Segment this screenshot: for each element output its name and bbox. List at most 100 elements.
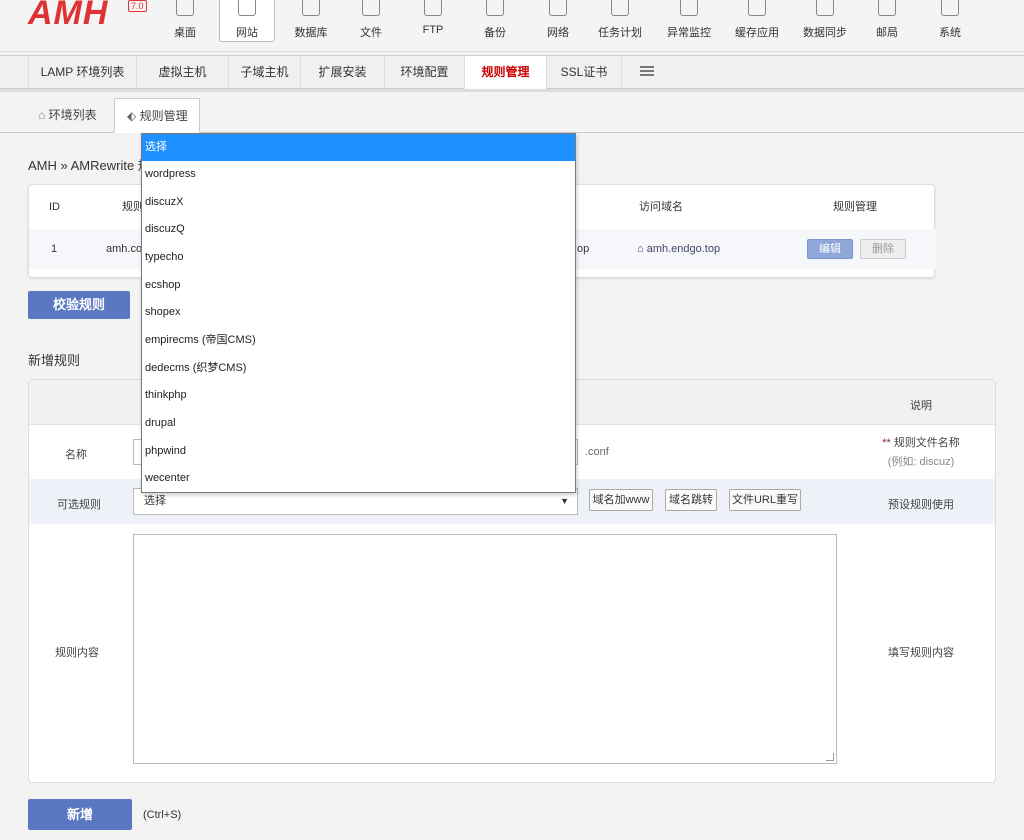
content-note: 填写规则内容 (888, 647, 954, 659)
database-icon (302, 0, 320, 16)
subtab-label: 环境列表 (48, 108, 97, 122)
dropdown-option[interactable]: thinkphp (142, 382, 575, 409)
nav-label: 备份 (484, 27, 506, 39)
nav-desktop[interactable]: 桌面 (157, 0, 213, 40)
dropdown-option[interactable]: empirecms (帝国CMS) (142, 327, 575, 354)
nav-mail[interactable]: 邮局 (859, 0, 915, 40)
nav-label: 网站 (236, 27, 258, 39)
cell-domain[interactable]: ⌂ amh.endgo.top (637, 229, 720, 269)
nav-cache[interactable]: 缓存应用 (729, 0, 785, 40)
dropdown-option[interactable]: 选择 (142, 134, 575, 161)
subtab-rule-manage[interactable]: ⬖ 规则管理 (114, 98, 200, 133)
dropdown-option[interactable]: ecshop (142, 272, 575, 299)
content-label: 规则内容 (55, 647, 99, 659)
nav-schedule[interactable]: 任务计划 (592, 0, 648, 40)
nav-label: 异常监控 (667, 27, 711, 39)
col-id: ID (49, 201, 60, 213)
nav-label: 网络 (547, 27, 569, 39)
tab-ssl[interactable]: SSL证书 (546, 56, 622, 88)
optional-label: 可选规则 (57, 499, 101, 511)
nav-network[interactable]: 网络 (530, 0, 586, 40)
sub-tabs: ⌂ 环境列表 ⬖ 规则管理 (0, 98, 1024, 133)
cell-id: 1 (51, 243, 58, 255)
monitor-icon (680, 0, 698, 16)
schedule-icon (611, 0, 629, 16)
version-badge: 7.0 (128, 0, 147, 12)
hotkey-hint: (Ctrl+S) (143, 809, 182, 821)
rule-content-textarea[interactable] (133, 534, 837, 764)
home-icon: ⌂ (38, 108, 49, 122)
dropdown-option[interactable]: drupal (142, 410, 575, 437)
cell-rule-suffix: op (577, 243, 590, 255)
section-title: 新增规则 (28, 353, 81, 368)
tab-virtual-host[interactable]: 虚拟主机 (136, 56, 228, 88)
optional-note: 预设规则使用 (888, 499, 954, 511)
add-www-button[interactable]: 域名加www (589, 489, 653, 511)
top-header: AMH 7.0 桌面 网站 数据库 文件 FTP 备份 网络 任务计划 异常监控… (0, 0, 1024, 52)
ftp-icon (424, 0, 442, 16)
menu-icon[interactable] (640, 66, 654, 76)
system-icon (941, 0, 959, 16)
domain-text: amh.endgo.top (646, 243, 721, 255)
nav-sync[interactable]: 数据同步 (797, 0, 853, 40)
subtab-env-list[interactable]: ⌂ 环境列表 (26, 98, 114, 133)
dropdown-option[interactable]: dedecms (织梦CMS) (142, 355, 575, 382)
name-note: ** 规则文件名称 (882, 437, 960, 449)
dropdown-option[interactable]: wordpress (142, 161, 575, 188)
tag-icon: ⬖ (127, 109, 140, 123)
url-rewrite-button[interactable]: 文件URL重写 (729, 489, 801, 511)
desktop-icon (176, 0, 194, 16)
rule-dropdown-list[interactable]: 选择 wordpress discuzX discuzQ typecho ecs… (141, 133, 576, 493)
edit-button[interactable]: 编辑 (807, 239, 853, 259)
nav-ftp[interactable]: FTP (405, 0, 461, 40)
header-note: 说明 (910, 400, 932, 412)
nav-label: 邮局 (876, 27, 898, 39)
nav-file[interactable]: 文件 (343, 0, 399, 40)
network-icon (549, 0, 567, 16)
resize-grip-icon[interactable] (826, 753, 834, 761)
nav-system[interactable]: 系统 (922, 0, 978, 40)
tab-subdomain-host[interactable]: 子域主机 (228, 56, 300, 88)
home-icon: ⌂ (637, 243, 647, 255)
check-rule-button[interactable]: 校验规则 (28, 291, 130, 319)
file-icon (362, 0, 380, 16)
tab-lamp-list[interactable]: LAMP 环境列表 (28, 56, 136, 88)
nav-website[interactable]: 网站 (219, 0, 275, 42)
tab-env-config[interactable]: 环境配置 (384, 56, 464, 88)
name-note-text: * 规则文件名称 (886, 437, 960, 449)
amh-logo: AMH (28, 0, 109, 32)
select-value: 选择 (144, 495, 166, 507)
add-button[interactable]: 新增 (28, 799, 132, 830)
tab-extensions[interactable]: 扩展安装 (300, 56, 384, 88)
nav-label: 系统 (939, 27, 961, 39)
domain-redirect-button[interactable]: 域名跳转 (665, 489, 717, 511)
nav-label: 任务计划 (598, 27, 642, 39)
name-label: 名称 (65, 449, 87, 461)
delete-button[interactable]: 删除 (860, 239, 906, 259)
nav-backup[interactable]: 备份 (467, 0, 523, 40)
dropdown-option[interactable]: phpwind (142, 438, 575, 465)
secondary-nav: LAMP 环境列表 虚拟主机 子域主机 扩展安装 环境配置 规则管理 SSL证书 (0, 55, 1024, 89)
divider (0, 89, 1024, 92)
dropdown-option[interactable]: shopex (142, 299, 575, 326)
subtab-label: 规则管理 (139, 109, 188, 123)
nav-label: 数据同步 (803, 27, 847, 39)
nav-label: 缓存应用 (735, 27, 779, 39)
name-example: (例如: discuz) (887, 456, 955, 468)
dropdown-option[interactable]: typecho (142, 244, 575, 271)
col-domain: 访问域名 (639, 201, 683, 213)
website-icon (238, 0, 256, 16)
dropdown-option[interactable]: wecenter (142, 465, 575, 492)
dropdown-option[interactable]: discuzX (142, 189, 575, 216)
nav-monitor[interactable]: 异常监控 (661, 0, 717, 40)
breadcrumb: AMH » AMRewrite 规 (28, 158, 151, 173)
nav-label: 桌面 (174, 27, 196, 39)
tab-rule-manage[interactable]: 规则管理 (464, 56, 546, 89)
cache-icon (748, 0, 766, 16)
nav-database[interactable]: 数据库 (283, 0, 339, 40)
name-suffix: .conf (585, 446, 609, 458)
col-manage: 规则管理 (833, 201, 877, 213)
nav-label: 数据库 (294, 27, 328, 39)
dropdown-option[interactable]: discuzQ (142, 216, 575, 243)
sync-icon (816, 0, 834, 16)
